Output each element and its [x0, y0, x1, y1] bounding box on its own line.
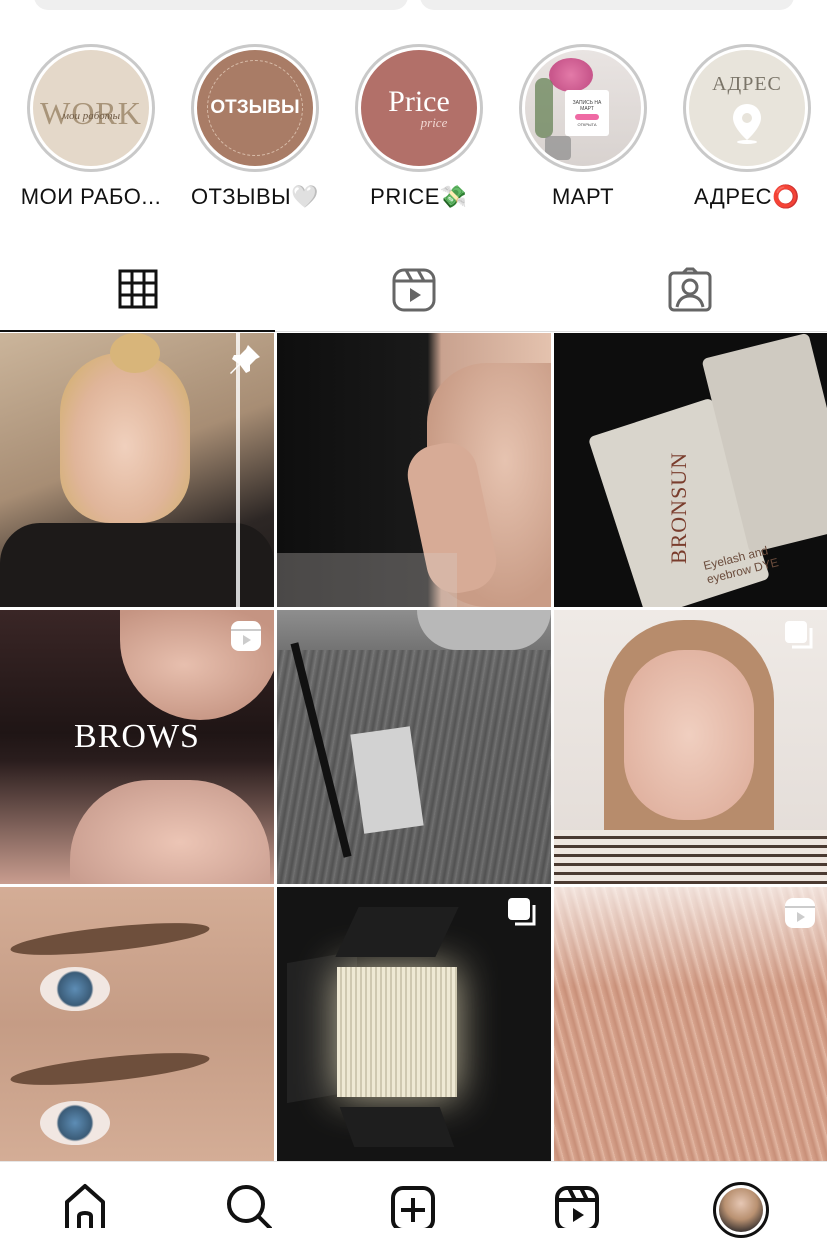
face-shape	[60, 353, 190, 523]
price-cover: Price price	[361, 50, 477, 166]
nav-create[interactable]	[383, 1182, 443, 1228]
highlight-label: АДРЕС⭕️	[694, 184, 800, 209]
carousel-icon	[507, 897, 539, 934]
nav-home[interactable]	[55, 1182, 115, 1228]
highlight-ring: ЗАПИСЬ НА МАРТ ОТКРЫТА	[519, 44, 647, 172]
highlight-label: PRICE💸	[370, 184, 468, 209]
reviews-cover-text: ОТЗЫВЫ	[210, 97, 300, 118]
highlight-label: МАРТ	[551, 184, 615, 209]
story-highlights: WORK мои работы МОИ РАБО... ОТЗЫВЫ ОТЗЫВ…	[0, 44, 827, 214]
tagged-icon	[668, 267, 711, 312]
highlight-address[interactable]: АДРЕС АДРЕС⭕️	[672, 44, 822, 210]
highlight-work[interactable]: WORK мои работы МОИ РАБО...	[16, 44, 166, 210]
march-sign-text: ЗАПИСЬ НА МАРТ	[572, 99, 602, 112]
post-blonde-portrait[interactable]	[0, 333, 274, 607]
reels-nav-icon	[555, 1186, 599, 1228]
highlight-ring: ОТЗЫВЫ	[191, 44, 319, 172]
tab-posts[interactable]	[0, 248, 275, 332]
post-jeans-pocket[interactable]	[277, 610, 551, 884]
brows-caption: BROWS	[74, 718, 200, 755]
reels-icon	[392, 268, 435, 312]
work-cover: WORK мои работы	[33, 50, 149, 166]
plus-square-icon	[391, 1186, 435, 1228]
post-girl-portrait[interactable]	[554, 610, 827, 884]
profile-tabs	[0, 248, 827, 332]
tab-tagged[interactable]	[552, 248, 827, 332]
nav-reels[interactable]	[547, 1182, 607, 1228]
highlight-reviews[interactable]: ОТЗЫВЫ ОТЗЫВЫ🤍	[180, 44, 330, 210]
post-bronsun-dye[interactable]: BRONSUN Eyelash and eyebrow DYE	[554, 333, 827, 607]
highlight-ring: АДРЕС	[683, 44, 811, 172]
highlight-ring: WORK мои работы	[27, 44, 155, 172]
highlight-march[interactable]: ЗАПИСЬ НА МАРТ ОТКРЫТА МАРТ	[508, 44, 658, 210]
march-sign: ЗАПИСЬ НА МАРТ ОТКРЫТА	[565, 90, 609, 136]
price-cover-text: Price	[388, 85, 450, 118]
avatar	[713, 1182, 769, 1238]
flowers-shape	[549, 58, 593, 92]
pin-icon	[228, 343, 262, 382]
bottom-navigation	[0, 1161, 827, 1238]
posts-grid: BRONSUN Eyelash and eyebrow DYE BROWS	[0, 333, 827, 1161]
reels-badge-icon	[784, 897, 816, 934]
reels-badge-icon	[230, 620, 262, 657]
search-icon	[227, 1185, 272, 1228]
edit-profile-button[interactable]	[34, 0, 408, 10]
home-icon	[65, 1184, 105, 1228]
highlight-label: ОТЗЫВЫ🤍	[190, 184, 320, 209]
location-pin-icon	[733, 103, 761, 144]
post-brows-closeup[interactable]	[0, 887, 274, 1161]
highlight-price[interactable]: Price price PRICE💸	[344, 44, 494, 210]
grid-icon	[118, 269, 157, 309]
post-face-hand[interactable]	[277, 333, 551, 607]
highlight-ring: Price price	[355, 44, 483, 172]
work-cover-subtext: мои работы	[61, 109, 121, 122]
address-cover-text: АДРЕС	[712, 72, 782, 95]
flowers-photo: ЗАПИСЬ НА МАРТ ОТКРЫТА	[525, 50, 641, 166]
nav-profile[interactable]	[711, 1182, 771, 1238]
address-cover: АДРЕС	[689, 50, 805, 166]
tab-reels[interactable]	[276, 248, 551, 332]
post-led-light[interactable]	[277, 887, 551, 1161]
march-sign-subtext: ОТКРЫТА	[577, 121, 597, 127]
profile-action-buttons	[0, 0, 827, 14]
highlight-label: МОИ РАБО...	[20, 184, 162, 209]
carousel-icon	[784, 620, 816, 657]
tube-brand-text: BRONSUN	[665, 451, 691, 565]
share-profile-button[interactable]	[420, 0, 794, 10]
nav-search[interactable]	[218, 1182, 278, 1228]
reviews-cover: ОТЗЫВЫ	[197, 50, 313, 166]
post-brows-reel[interactable]: BROWS	[0, 610, 274, 884]
post-brow-lamination[interactable]	[554, 887, 827, 1161]
price-cover-subtext: price	[420, 115, 448, 130]
